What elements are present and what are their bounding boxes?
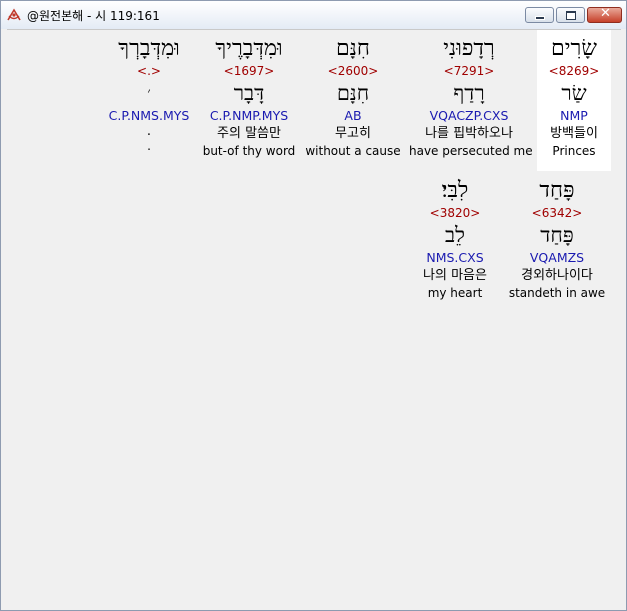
interlinear-view: שָׂרִים <8269> שַׂר NMP 방백들이 Princes רְד… [7,29,621,606]
window-title: @원전본해 - 시 119:161 [27,9,160,23]
hebrew-lemma: פָּחַד [540,223,574,247]
korean-gloss: 나를 핍박하오나 [425,126,513,141]
close-button[interactable]: ✕ [587,6,622,23]
hebrew-word: לִבִּי׃ [441,178,469,203]
strong-number[interactable]: <.> [101,63,197,79]
korean-gloss: 주의 말씀만 [217,126,281,141]
morphology-code[interactable]: C.P.NMS.MYS [101,107,197,125]
korean-gloss: 방백들이 [550,126,598,141]
morphology-code[interactable]: NMP [537,107,611,125]
title-bar[interactable]: @원전본해 - 시 119:161 ✕ [1,1,626,29]
hebrew-word: שָׂרִים [551,36,597,61]
hebrew-word: פָּחַד [539,178,575,203]
app-logo-icon [7,8,21,21]
morphology-code[interactable]: VQAMZS [505,249,609,267]
maximize-icon [566,11,576,20]
strong-number[interactable]: <1697> [201,63,297,79]
morphology-code[interactable]: AB [305,107,401,125]
korean-gloss: . [146,124,152,139]
morphology-code[interactable]: C.P.NMP.MYS [201,107,297,125]
hebrew-lemma: שַׂר [561,81,587,105]
hebrew-word: וּמִדְּבָרֶיךָ [215,36,283,61]
english-gloss: standeth in awe [508,286,606,300]
strong-number[interactable]: <2600> [305,63,401,79]
strong-number[interactable]: <8269> [537,63,611,79]
minimize-icon [535,16,545,20]
english-gloss: my heart [427,286,483,300]
hebrew-lemma: ׳ [147,85,151,101]
word-block[interactable]: לִבִּי׃ <3820> לֵב NMS.CXS 나의 마음은 my hea… [409,172,501,313]
english-gloss: Princes [552,144,596,158]
morphology-code[interactable]: NMS.CXS [409,249,501,267]
hebrew-lemma: דָּבָר [233,81,265,105]
morphology-code[interactable]: VQACZP.CXS [409,107,529,125]
hebrew-word: חִנָּם [336,36,370,61]
english-gloss: without a cause [305,144,401,158]
english-gloss: but-of thy word [202,144,296,158]
maximize-button[interactable] [556,7,585,23]
word-block[interactable]: וּמִדְּבָרֶיךָ <1697> דָּבָר C.P.NMP.MYS… [201,30,297,171]
strong-number[interactable]: <3820> [409,205,501,221]
korean-gloss: 경외하나이다 [521,268,593,283]
korean-gloss: 무고히 [335,126,371,141]
english-gloss: have persecuted me [409,144,533,158]
english-gloss: . [147,139,151,153]
word-block[interactable]: פָּחַד <6342> פָּחַד VQAMZS 경외하나이다 stand… [505,172,609,313]
app-window: @원전본해 - 시 119:161 ✕ שָׂרִים <8269> שַׂר … [0,0,627,611]
word-block[interactable]: שָׂרִים <8269> שַׂר NMP 방백들이 Princes [537,30,611,171]
minimize-button[interactable] [525,7,554,23]
word-block[interactable]: רְדָפוּנִי <7291> רָדַף VQACZP.CXS 나를 핍박… [409,30,533,171]
hebrew-lemma: לֵב [445,223,465,247]
hebrew-lemma: רָדַף [453,81,485,105]
hebrew-word: וּמִדְּבָרְךָ [118,36,180,61]
word-block[interactable]: חִנָּם <2600> חִנָּם AB 무고히 without a ca… [305,30,401,171]
strong-number[interactable]: <6342> [505,205,609,221]
korean-gloss: 나의 마음은 [423,268,487,283]
strong-number[interactable]: <7291> [409,63,529,79]
hebrew-word: רְדָפוּנִי [443,36,495,61]
word-block[interactable]: וּמִדְּבָרְךָ <.> ׳ C.P.NMS.MYS . . [101,30,197,171]
close-icon: ✕ [600,6,611,21]
hebrew-lemma: חִנָּם [336,81,370,105]
